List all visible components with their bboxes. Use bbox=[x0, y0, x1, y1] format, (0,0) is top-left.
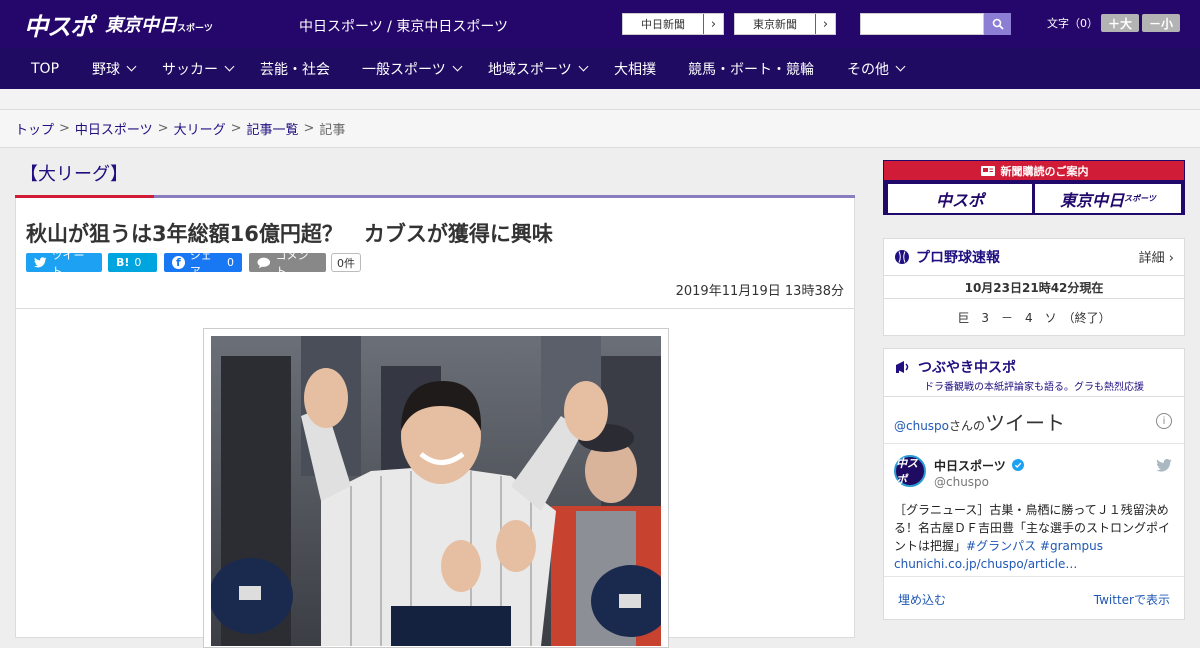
chevron-right-icon: › bbox=[815, 14, 835, 34]
article-photo[interactable] bbox=[211, 336, 661, 646]
timeline-header: @chuspoさんのツイート bbox=[894, 411, 1066, 435]
tweet-author-name[interactable]: 中日スポーツ bbox=[934, 457, 1024, 474]
nav-item-general-sports[interactable]: 一般スポーツ bbox=[362, 48, 463, 89]
view-on-twitter-link[interactable]: Twitterで表示 bbox=[1094, 591, 1170, 608]
tweet-author-handle[interactable]: @chuspo bbox=[934, 475, 989, 489]
subscribe-chuspo-button[interactable]: 中スポ bbox=[888, 184, 1032, 213]
site-title-link[interactable]: 中日スポーツ / 東京中日スポーツ bbox=[299, 16, 508, 36]
score-panel-title: プロ野球速報 bbox=[894, 247, 1000, 267]
breadcrumb: トップ > 中日スポーツ > 大リーグ > 記事一覧 > 記事 bbox=[0, 110, 1200, 148]
baseball-scores-panel: プロ野球速報 詳細 › 10月23日21時42分現在 巨 3 － 4 ソ （終了… bbox=[883, 238, 1185, 336]
nav-item-entertainment[interactable]: 芸能・社会 bbox=[260, 48, 330, 89]
facebook-icon: f bbox=[172, 256, 185, 269]
article-headline: 秋山が狙うは3年総額16億円超？ カブスが獲得に興味 bbox=[26, 222, 553, 246]
twitter-bird-icon bbox=[34, 257, 47, 268]
chunichi-shimbun-link[interactable]: 中日新聞 › bbox=[622, 13, 724, 35]
chevron-down-icon bbox=[126, 61, 137, 72]
nav-item-baseball[interactable]: 野球 bbox=[92, 48, 137, 89]
tweet-embed: @chuspoさんのツイート i 中スポ 中日スポーツ @chuspo ［グラニ… bbox=[884, 396, 1184, 620]
font-size-up-button[interactable]: ＋大 bbox=[1101, 14, 1139, 32]
article-body: 秋山が狙うは3年総額16億円超？ カブスが獲得に興味 ツイート B! 0 f シ… bbox=[15, 198, 855, 648]
subscription-title: 新聞購読のご案内 bbox=[884, 161, 1184, 180]
subscribe-tokyo-chunichi-button[interactable]: 東京中日 スポーツ bbox=[1035, 184, 1181, 213]
tweet-panel-title: つぶやき中スポ bbox=[894, 357, 1016, 377]
article-category: 【大リーグ】 bbox=[20, 164, 128, 185]
timeline-user-link[interactable]: @chuspo bbox=[894, 419, 949, 433]
divider bbox=[16, 308, 854, 309]
chuspo-logo-text: 中スポ bbox=[24, 12, 94, 41]
site-header: 中スポ 東京中日スポーツ 中日スポーツ / 東京中日スポーツ 中日新聞 › 東京… bbox=[0, 0, 1200, 48]
tweet-panel-subtitle: ドラ番観戦の本紙評論家も語る。グラも熱烈応援 bbox=[924, 382, 1144, 393]
comment-count-badge: 0件 bbox=[331, 253, 361, 272]
speech-bubble-icon bbox=[257, 257, 271, 268]
embed-link[interactable]: 埋め込む bbox=[898, 591, 946, 608]
score-timestamp: 10月23日21時42分現在 bbox=[884, 275, 1184, 299]
baseball-icon bbox=[895, 250, 909, 264]
breadcrumb-current: 記事 bbox=[319, 123, 346, 138]
font-size-label: 文字（0） bbox=[1047, 17, 1098, 30]
nav-item-soccer[interactable]: サッカー bbox=[162, 48, 235, 89]
breadcrumb-mlb[interactable]: 大リーグ bbox=[174, 119, 226, 138]
tweet-share-button[interactable]: ツイート bbox=[26, 249, 102, 278]
nav-item-keiba[interactable]: 競馬・ボート・競輪 bbox=[688, 48, 814, 89]
tokyo-chunichi-logo-text: 東京中日スポーツ bbox=[105, 15, 213, 36]
ad-strip bbox=[0, 89, 1200, 110]
chevron-down-icon bbox=[452, 61, 463, 72]
search-icon bbox=[992, 18, 1004, 30]
chevron-down-icon bbox=[895, 61, 906, 72]
score-detail-link[interactable]: 詳細 › bbox=[1139, 247, 1174, 266]
tweet-url-link[interactable]: chunichi.co.jp/chuspo/article… bbox=[894, 557, 1077, 571]
article-photo-frame bbox=[203, 328, 669, 648]
nav-item-sumo[interactable]: 大相撲 bbox=[614, 48, 656, 89]
facebook-share-button[interactable]: f シェア 0 bbox=[164, 249, 242, 278]
comment-button[interactable]: コメント bbox=[249, 249, 326, 278]
twitter-bird-icon[interactable] bbox=[1156, 459, 1172, 472]
hashtag-link[interactable]: #グランパス bbox=[966, 539, 1036, 553]
search-button[interactable] bbox=[984, 13, 1011, 35]
chevron-down-icon bbox=[224, 61, 235, 72]
nav-item-top[interactable]: TOP bbox=[31, 48, 59, 89]
subscription-banner: 新聞購読のご案内 中スポ 東京中日 スポーツ bbox=[883, 160, 1185, 215]
nav-item-other[interactable]: その他 bbox=[847, 48, 906, 89]
hatena-icon: B! bbox=[116, 256, 130, 269]
hatena-bookmark-button[interactable]: B! 0 bbox=[108, 253, 157, 272]
font-size-down-button[interactable]: －小 bbox=[1142, 14, 1180, 32]
publish-date: 2019年11月19日 13時38分 bbox=[675, 284, 844, 299]
newspaper-icon bbox=[980, 165, 995, 176]
chevron-down-icon bbox=[578, 61, 589, 72]
score-result[interactable]: 巨 3 － 4 ソ （終了） bbox=[884, 309, 1184, 326]
breadcrumb-chunichi-sports[interactable]: 中日スポーツ bbox=[75, 119, 153, 138]
baseball-player-celebration-photo bbox=[211, 336, 661, 646]
info-icon[interactable]: i bbox=[1156, 413, 1172, 429]
tokyo-shimbun-link[interactable]: 東京新聞 › bbox=[734, 13, 836, 35]
twitter-timeline-panel: つぶやき中スポ ドラ番観戦の本紙評論家も語る。グラも熱烈応援 @chuspoさん… bbox=[883, 348, 1185, 620]
avatar[interactable]: 中スポ bbox=[894, 455, 926, 487]
breadcrumb-article-list[interactable]: 記事一覧 bbox=[247, 119, 299, 138]
nav-item-regional-sports[interactable]: 地域スポーツ bbox=[488, 48, 589, 89]
verified-badge-icon bbox=[1011, 459, 1024, 471]
search-input[interactable] bbox=[860, 13, 984, 35]
megaphone-icon bbox=[896, 361, 909, 373]
tweet-text: ［グラニュース］古巣・鳥栖に勝ってＪ１残留決める！名古屋ＤＦ吉田豊「主な選手のス… bbox=[894, 503, 1171, 571]
site-logo[interactable]: 中スポ 東京中日スポーツ bbox=[24, 8, 213, 41]
chevron-right-icon: › bbox=[703, 14, 723, 34]
main-nav: TOP 野球 サッカー 芸能・社会 一般スポーツ 地域スポーツ 大相撲 競馬・ボ… bbox=[0, 48, 1200, 89]
breadcrumb-top[interactable]: トップ bbox=[15, 119, 54, 138]
hashtag-link[interactable]: #grampus bbox=[1040, 539, 1103, 553]
